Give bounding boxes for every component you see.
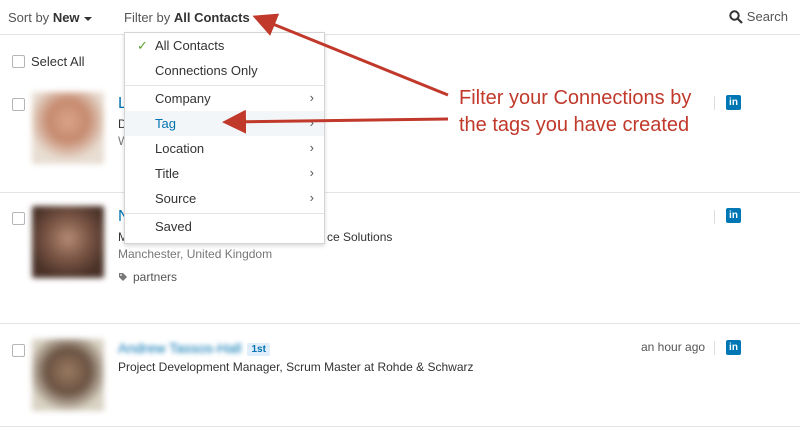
annotation-line-2: the tags you have created	[459, 114, 690, 136]
arrow-to-tag	[222, 109, 449, 134]
annotation-line-1: Filter your Connections by	[459, 87, 692, 109]
annotation-arrows	[222, 13, 449, 134]
arrow-to-filter	[252, 13, 449, 97]
annotation-callout: Filter your Connections by the tags you …	[459, 85, 691, 139]
